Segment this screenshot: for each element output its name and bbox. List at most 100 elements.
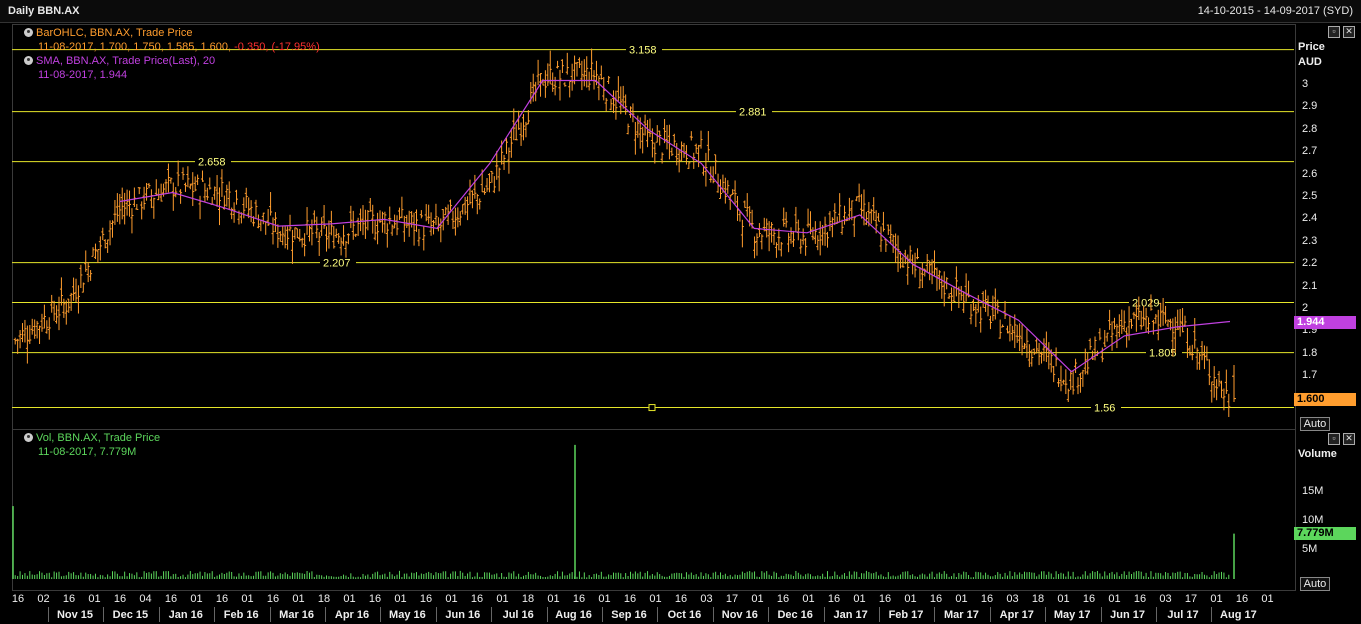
month-label: Aug 16	[555, 609, 592, 621]
ohlc-bar	[570, 63, 574, 91]
ohlc-bar	[607, 75, 611, 84]
ohlc-bar	[986, 295, 990, 317]
ohlc-bar	[249, 200, 253, 223]
month-label: Jan 16	[168, 609, 203, 621]
chart-title: Daily BBN.AX	[8, 5, 80, 17]
ohlc-bar	[611, 90, 615, 114]
ohlc-bar	[451, 210, 455, 230]
ohlc-bar	[1215, 379, 1219, 401]
ohlc-bar	[118, 193, 122, 225]
ohlc-bar	[801, 228, 805, 245]
volume-chart[interactable]	[12, 429, 1294, 589]
ohlc-bar	[1020, 324, 1024, 356]
ohlc-bar	[947, 293, 951, 299]
ohlc-bar	[33, 319, 37, 339]
month-label: Apr 16	[334, 609, 370, 621]
ohlc-bar	[952, 286, 956, 302]
ohlc-bar	[376, 212, 380, 245]
ohlc-bar	[1198, 353, 1202, 370]
ohlc-bar	[1071, 371, 1075, 395]
ohlc-bar	[976, 295, 980, 313]
ohlc-bar	[38, 325, 42, 345]
ohlc-bar	[1027, 344, 1031, 368]
ohlc-bar	[329, 210, 333, 236]
ohlc-bar	[723, 177, 727, 204]
ohlc-bar	[461, 204, 465, 215]
series-settings-icon[interactable]	[24, 433, 33, 442]
price-auto-scale-button[interactable]: Auto	[1300, 417, 1330, 431]
series-settings-icon[interactable]	[24, 28, 33, 37]
ohlc-bar	[1122, 310, 1126, 332]
ohlc-bar	[276, 224, 280, 248]
ohlc-bar	[198, 195, 202, 220]
ohlc-bar	[869, 208, 873, 224]
price-tick-label: 2.3	[1302, 234, 1318, 247]
month-label: Feb 16	[223, 609, 259, 621]
ohlc-bar	[473, 174, 477, 199]
ohlc-bar	[971, 299, 975, 312]
volume-tick-label: 5M	[1302, 542, 1318, 555]
level-handle	[648, 404, 656, 412]
day-tick-label: 17	[1184, 593, 1198, 605]
ohlc-bar	[307, 225, 311, 242]
day-tick-label: 03	[700, 593, 713, 605]
chart-header: Daily BBN.AX 14-10-2015 - 14-09-2017 (SY…	[0, 0, 1361, 23]
level-label: 2.658	[198, 157, 226, 169]
ohlc-bar	[288, 214, 292, 232]
ohlc-bar	[509, 128, 513, 158]
day-tick-label: 03	[1159, 593, 1172, 605]
ohlc-bar	[259, 219, 263, 232]
ohlc-bar	[881, 211, 885, 232]
ohlc-bar	[711, 166, 715, 184]
price-chart[interactable]: 3.1582.8812.6582.2072.0291.8051.56	[12, 24, 1294, 428]
ohlc-bar	[320, 217, 324, 236]
sma-last-badge: 1.944	[1294, 316, 1356, 329]
ohlc-bar	[164, 179, 168, 193]
ohlc-bar	[1018, 323, 1022, 352]
ohlc-bar	[580, 60, 584, 91]
ohlc-bar	[782, 207, 786, 227]
ohlc-bar	[149, 189, 153, 209]
day-tick-label: 16	[776, 593, 790, 605]
ohlc-bar	[478, 198, 482, 210]
ohlc-bar	[1025, 327, 1029, 358]
close-panel-icon[interactable]: ✕	[1343, 26, 1355, 38]
close-panel-icon[interactable]: ✕	[1343, 433, 1355, 445]
ohlc-bar	[113, 200, 117, 225]
ohlc-bar	[383, 211, 387, 234]
ohlc-bar	[419, 210, 423, 219]
ohlc-bar	[692, 152, 696, 169]
day-tick-label: 01	[343, 593, 356, 605]
maximize-panel-icon[interactable]: ▫	[1328, 433, 1340, 445]
ohlc-bar	[397, 207, 401, 220]
ohlc-bar	[1032, 348, 1036, 355]
ohlc-bar	[1052, 365, 1056, 383]
month-separator	[989, 607, 991, 622]
volume-auto-scale-button[interactable]: Auto	[1300, 577, 1330, 591]
ohlc-bar	[295, 228, 299, 239]
ohlc-bar	[599, 65, 603, 80]
ohlc-bar	[1074, 358, 1078, 374]
ohlc-bar	[855, 196, 859, 202]
price-tick-label: 2.7	[1302, 145, 1318, 158]
ohlc-bar	[13, 337, 17, 345]
series-settings-icon[interactable]	[24, 56, 33, 65]
ohlc-bar	[609, 98, 613, 111]
ohlc-bar	[147, 183, 151, 189]
ohlc-bar	[152, 197, 156, 219]
ohlc-bar	[665, 124, 669, 150]
ohlc-bar	[470, 190, 474, 209]
ohlc-bar	[777, 228, 781, 251]
sma-legend-value: 11-08-2017, 1.944	[38, 69, 128, 81]
ohlc-bar	[556, 60, 560, 69]
ohlc-bar	[359, 208, 363, 232]
ohlc-bar	[74, 278, 78, 303]
ohlc-bar	[1115, 323, 1119, 349]
day-tick-label: 18	[317, 593, 331, 605]
ohlc-bar	[176, 160, 180, 187]
ohlc-bar	[770, 222, 774, 243]
ohlc-bar	[21, 323, 25, 343]
maximize-panel-icon[interactable]: ▫	[1328, 26, 1340, 38]
month-label: Sep 16	[611, 609, 647, 621]
ohlc-bar	[444, 206, 448, 216]
